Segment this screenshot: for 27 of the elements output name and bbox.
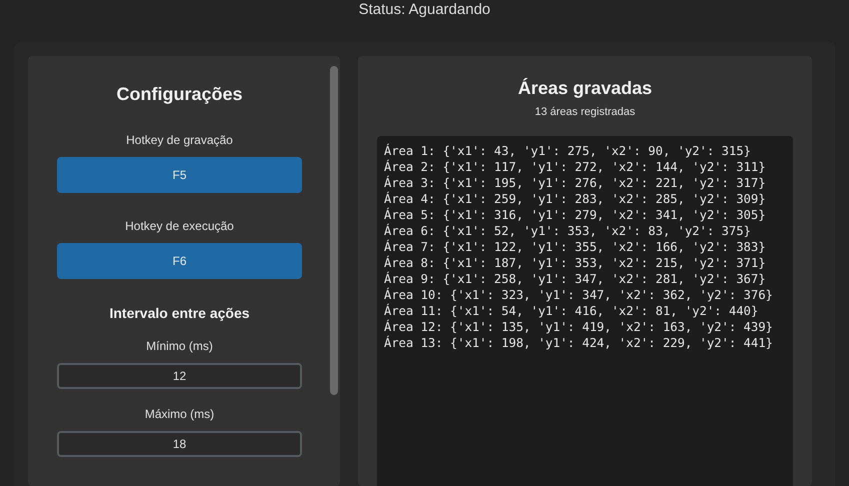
panel-title: Configurações <box>115 84 244 105</box>
log-line: Área 7: {'x1': 122, 'y1': 355, 'x2': 166, 'y2': 383} <box>384 239 766 255</box>
panel-title: Áreas gravadas <box>518 78 652 99</box>
number-input[interactable]: 12 <box>57 363 302 389</box>
section-title: Intervalo entre ações <box>108 305 251 321</box>
hotkey-button[interactable]: F6 <box>57 243 302 279</box>
status-text: Status: Aguardando <box>358 1 490 20</box>
area-count: 13 áreas registradas <box>534 106 636 118</box>
log-line: Área 5: {'x1': 316, 'y1': 279, 'x2': 341, 'y2': 305} <box>384 207 766 223</box>
log-line: Área 12: {'x1': 135, 'y1': 419, 'x2': 163, 'y2': 439} <box>384 319 773 335</box>
hotkey-button[interactable]: F5 <box>57 157 302 193</box>
log-line: Área 2: {'x1': 117, 'y1': 272, 'x2': 144, 'y2': 311} <box>384 159 766 175</box>
scrollbar-thumb[interactable] <box>330 66 338 395</box>
log-line: Área 11: {'x1': 54, 'y1': 416, 'x2': 81, 'y2': 440} <box>384 303 758 319</box>
log-line: Área 8: {'x1': 187, 'y1': 353, 'x2': 215, 'y2': 371} <box>384 255 766 271</box>
field-label: Hotkey de execução <box>125 219 234 233</box>
log-line: Área 6: {'x1': 52, 'y1': 353, 'x2': 83, 'y2': 375} <box>384 223 751 239</box>
field-label: Mínimo (ms) <box>146 339 213 353</box>
log-line: Área 9: {'x1': 258, 'y1': 347, 'x2': 281, 'y2': 367} <box>384 271 766 287</box>
log-line: Área 10: {'x1': 323, 'y1': 347, 'x2': 362, 'y2': 376} <box>384 287 773 303</box>
log-line: Área 3: {'x1': 195, 'y1': 276, 'x2': 221, 'y2': 317} <box>384 175 766 191</box>
field-label: Hotkey de gravação <box>126 133 233 147</box>
field-label: Máximo (ms) <box>144 407 214 421</box>
log-line: Área 13: {'x1': 198, 'y1': 424, 'x2': 229, 'y2': 441} <box>384 335 773 351</box>
number-input[interactable]: 18 <box>57 431 302 457</box>
log-line: Área 4: {'x1': 259, 'y1': 283, 'x2': 285, 'y2': 309} <box>384 191 766 207</box>
log-line: Área 1: {'x1': 43, 'y1': 275, 'x2': 90, 'y2': 315} <box>384 143 751 159</box>
